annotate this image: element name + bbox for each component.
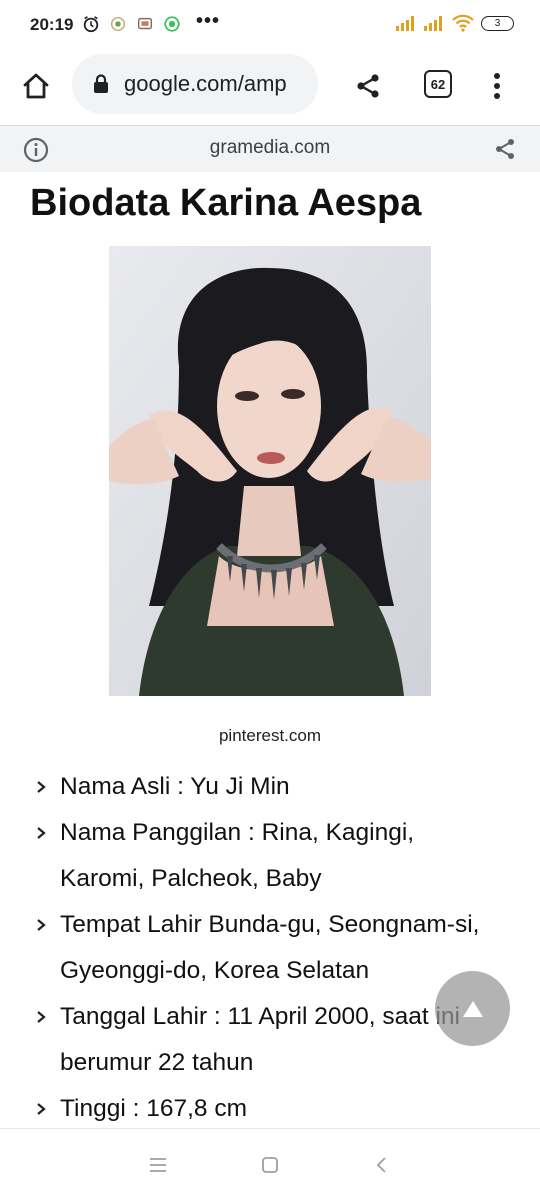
- home-button[interactable]: [16, 66, 56, 106]
- signal-icon: [396, 16, 414, 31]
- bio-item-text: Nama Asli : Yu Ji Min: [60, 773, 290, 800]
- system-nav-bar: [0, 1128, 540, 1200]
- chevron-right-icon: [37, 827, 46, 839]
- status-overflow-dots: •••: [196, 10, 221, 32]
- wifi-icon: [452, 14, 474, 32]
- amp-header: gramedia.com: [0, 126, 540, 172]
- status-bar: 20:19 ••• 3: [0, 0, 540, 52]
- bio-item-text: Tinggi : 167,8 cm: [60, 1095, 248, 1122]
- article-photo[interactable]: [109, 246, 431, 696]
- browser-toolbar: google.com/amp 62: [0, 52, 540, 126]
- bio-item-birthplace: Tempat Lahir Bunda-gu, Seongnam-si, Gyeo…: [34, 902, 504, 994]
- portrait-image: [109, 246, 431, 696]
- bio-item-text: Tanggal Lahir : 11 April 2000, saat ini …: [60, 1003, 460, 1076]
- bio-item-nickname: Nama Panggilan : Rina, Kagingi, Karomi, …: [34, 810, 504, 902]
- article-title: Biodata Karina Aespa: [30, 182, 422, 224]
- recents-button[interactable]: [146, 1153, 170, 1177]
- arrow-up-icon: [462, 1000, 483, 1017]
- url-bar[interactable]: google.com/amp: [72, 54, 318, 114]
- image-caption: pinterest.com: [218, 726, 322, 745]
- chevron-right-icon: [37, 1103, 46, 1115]
- bio-item-height: Tinggi : 167,8 cm: [34, 1086, 504, 1132]
- app-notification-icon: [110, 16, 126, 32]
- share-icon: [496, 139, 514, 159]
- lock-icon: [94, 74, 108, 93]
- chevron-right-icon: [37, 919, 46, 931]
- battery-level: 3: [494, 17, 501, 29]
- scroll-to-top-button[interactable]: [435, 971, 510, 1046]
- bio-item-text: Tempat Lahir Bunda-gu, Seongnam-si, Gyeo…: [60, 911, 480, 984]
- square-icon: [262, 1157, 278, 1173]
- amp-source-domain[interactable]: gramedia.com: [0, 137, 540, 159]
- bio-item-real-name: Nama Asli : Yu Ji Min: [34, 764, 504, 810]
- tab-switcher-button[interactable]: 62: [424, 70, 452, 98]
- chevron-left-icon: [376, 1157, 386, 1173]
- status-time: 20:19: [30, 15, 74, 34]
- url-text: google.com/amp: [124, 71, 287, 96]
- chevron-right-icon: [37, 781, 46, 793]
- home-nav-button[interactable]: [258, 1153, 282, 1177]
- share-icon: [357, 74, 379, 98]
- alarm-icon: [83, 16, 99, 33]
- chevron-right-icon: [37, 1011, 46, 1023]
- amp-share-button[interactable]: [490, 134, 520, 164]
- battery-icon: 3: [481, 15, 514, 31]
- bio-list: Nama Asli : Yu Ji Min Nama Panggilan : R…: [34, 764, 504, 1132]
- bio-item-text: Nama Panggilan : Rina, Kagingi, Karomi, …: [60, 819, 415, 892]
- tab-count: 62: [430, 76, 446, 92]
- bio-item-birthdate: Tanggal Lahir : 11 April 2000, saat ini …: [34, 994, 504, 1086]
- status-indicators: 3: [395, 14, 514, 32]
- menu-lines-icon: [150, 1158, 166, 1172]
- signal-icon-2: [424, 16, 442, 31]
- more-vert-icon: [494, 73, 500, 99]
- home-icon: [23, 73, 49, 99]
- notification-icons: [82, 15, 181, 33]
- back-button[interactable]: [370, 1153, 394, 1177]
- message-icon: [137, 17, 153, 30]
- whatsapp-icon: [164, 16, 180, 32]
- more-options-button[interactable]: [482, 68, 512, 104]
- share-button[interactable]: [350, 68, 386, 104]
